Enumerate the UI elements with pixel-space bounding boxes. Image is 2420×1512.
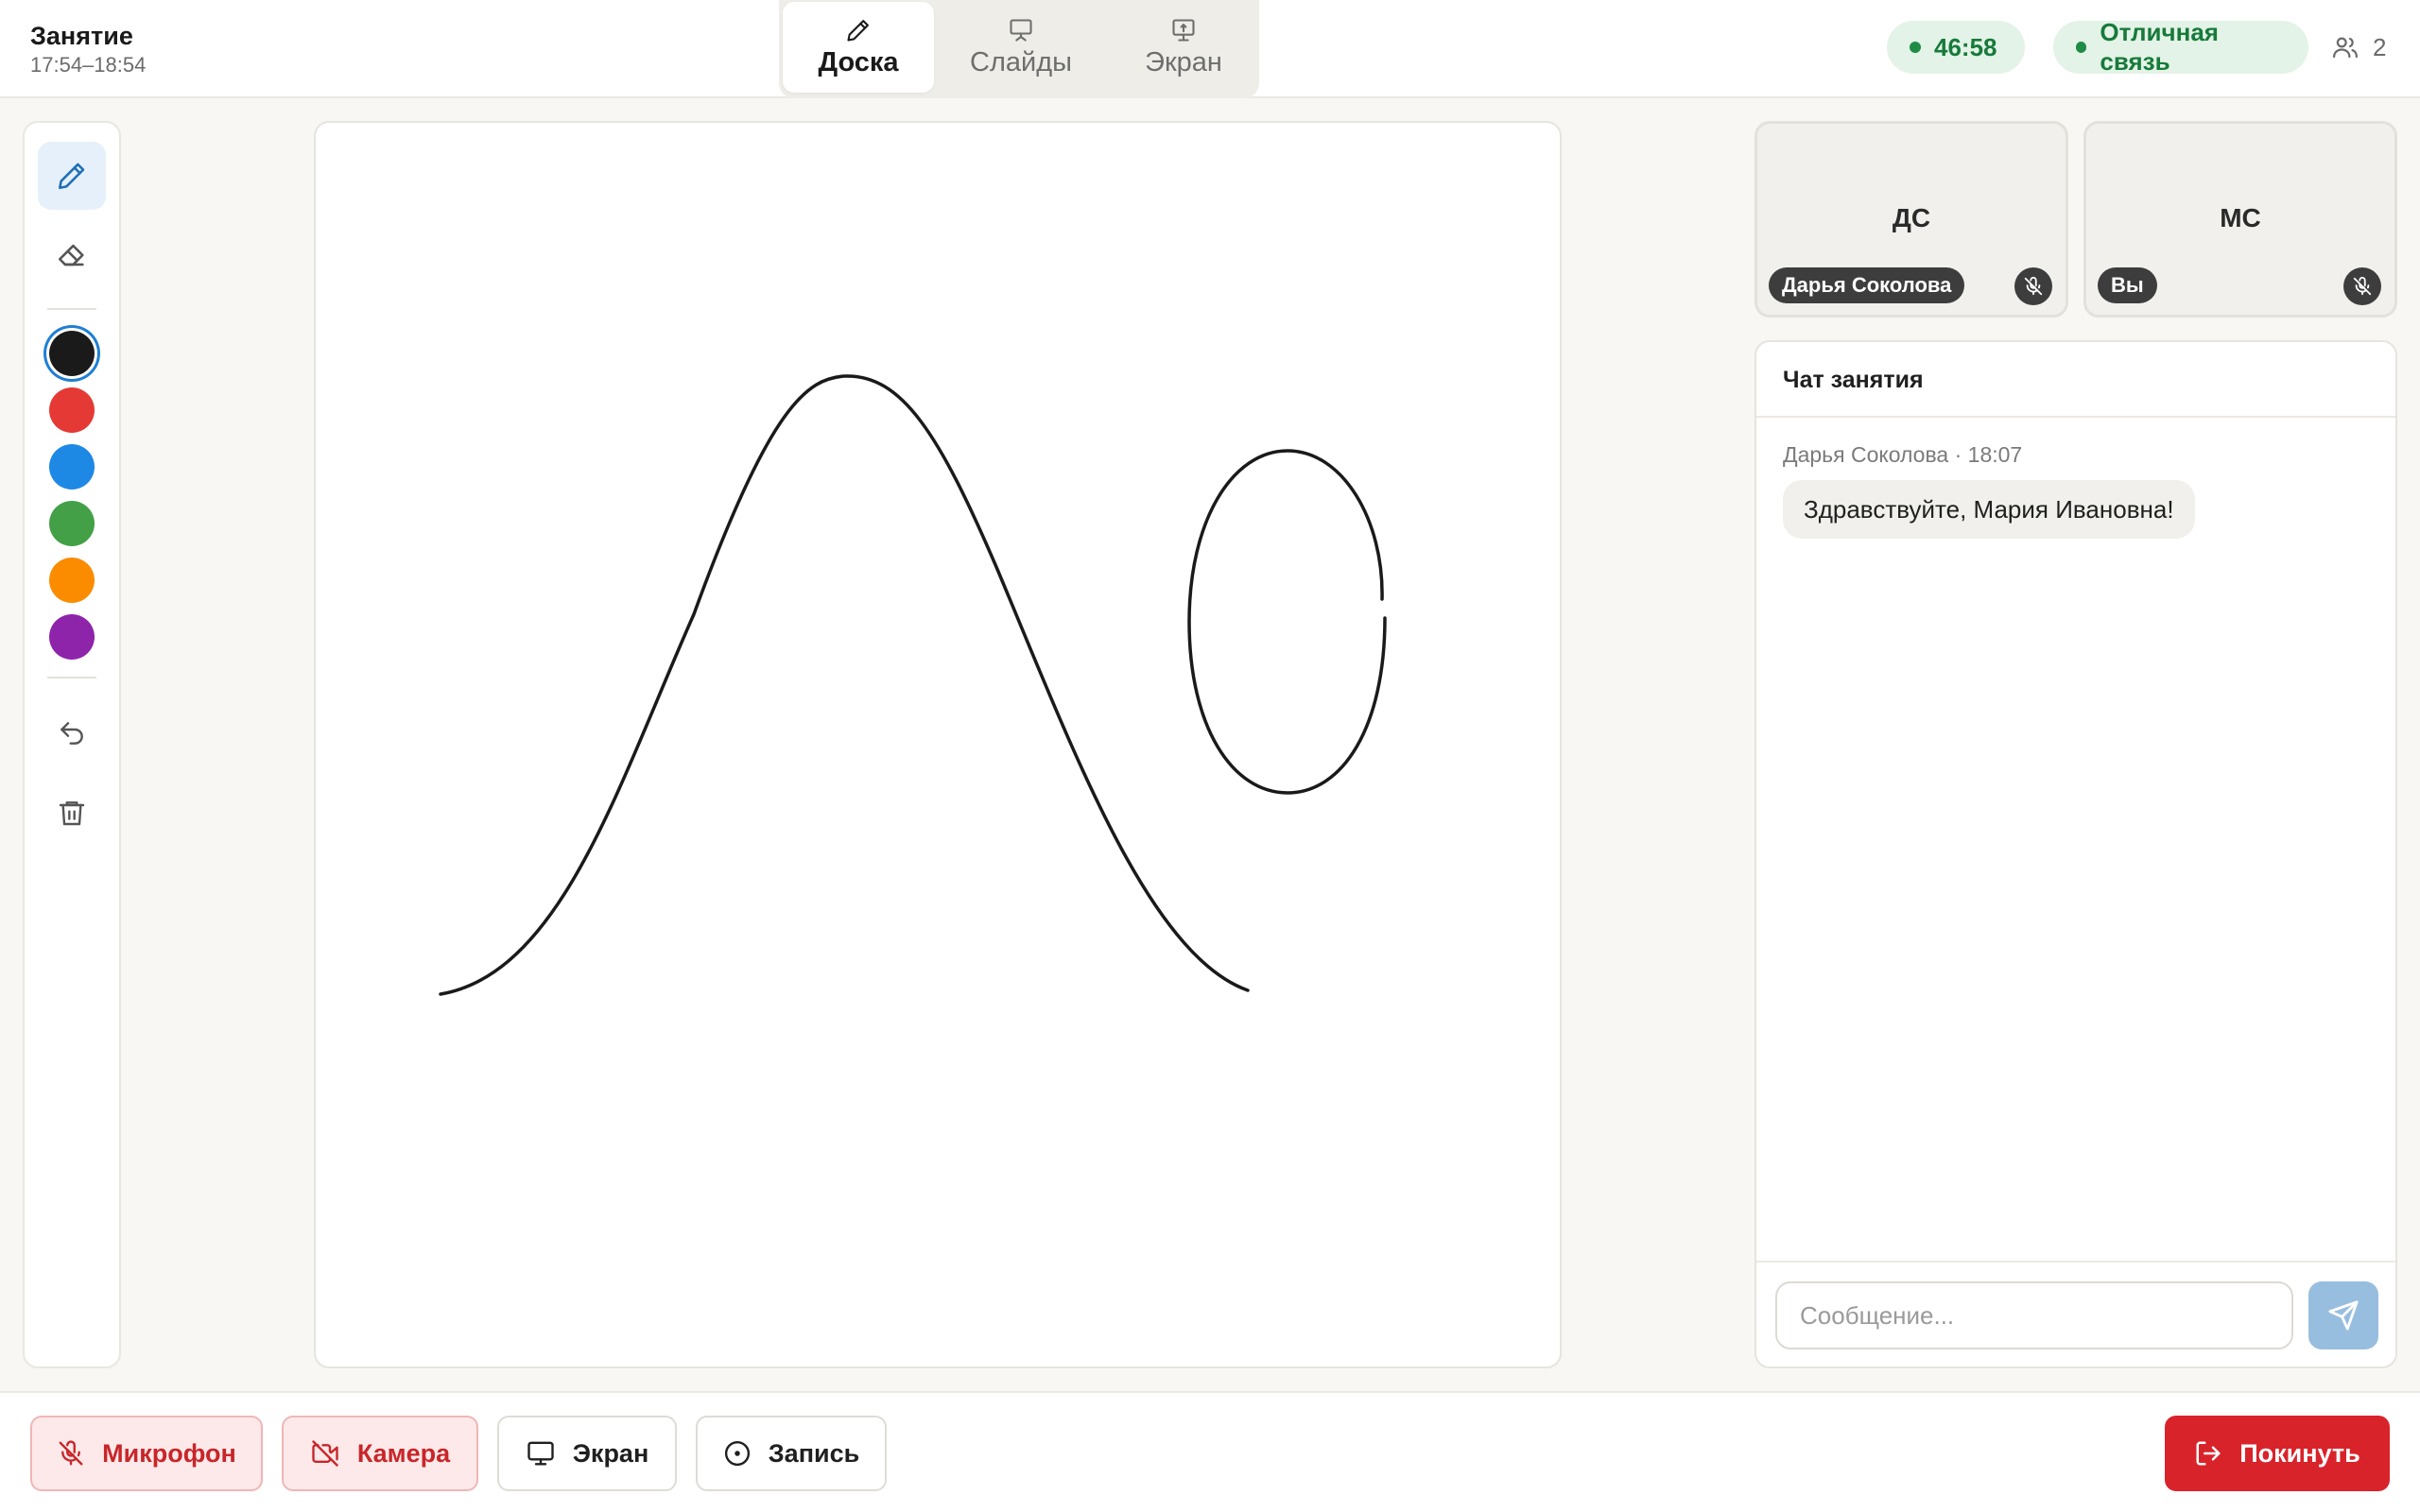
mic-off-icon [2353, 276, 2372, 296]
bell-curve-stroke [439, 374, 1250, 996]
tab-board[interactable]: Доска [783, 2, 934, 93]
send-message-button[interactable] [2308, 1281, 2378, 1349]
clear-board-button[interactable] [38, 779, 106, 847]
tab-screen-label: Экран [1145, 46, 1222, 77]
top-header: Занятие 17:54–18:54 Доска Слайды Экран 4… [0, 0, 2420, 98]
participant-name-tag: Дарья Соколова [1769, 267, 1965, 303]
participants-button[interactable]: 2 [2331, 28, 2386, 66]
connection-status-label: Отличная связь [2100, 18, 2219, 76]
color-swatch-red[interactable] [49, 387, 95, 433]
camera-toggle-button[interactable]: Камера [282, 1416, 478, 1491]
eraser-icon [58, 244, 84, 266]
participant-name-tag: Вы [2098, 267, 2157, 303]
avatar-initials: ДС [1892, 203, 1931, 232]
microphone-toggle-button[interactable]: Микрофон [30, 1416, 263, 1491]
screen-share-button[interactable]: Экран [497, 1416, 677, 1491]
video-tile-remote[interactable]: ДС Дарья Соколова [1754, 121, 2068, 318]
camera-label: Камера [356, 1438, 451, 1468]
chat-composer [1756, 1261, 2395, 1366]
color-swatch-purple[interactable] [49, 614, 95, 660]
pencil-icon [847, 19, 869, 42]
tab-board-label: Доска [818, 46, 899, 77]
whiteboard-drawing [439, 374, 1387, 996]
screen-share-icon [527, 1441, 554, 1466]
chat-panel: Чат занятия Дарья Соколова · 18:07 Здрав… [1754, 340, 2397, 1368]
record-icon [724, 1440, 750, 1467]
connection-status-dot [2076, 42, 2087, 53]
message-bubble: Здравствуйте, Мария Ивановна! [1783, 480, 2195, 539]
toolbar-divider [47, 677, 96, 679]
screen-share-label: Экран [572, 1438, 649, 1468]
toolbar-divider [47, 308, 96, 310]
eraser-tool-button[interactable] [38, 221, 106, 289]
color-swatch-black[interactable] [49, 331, 95, 376]
microphone-label: Микрофон [102, 1438, 236, 1468]
logout-icon [2196, 1441, 2221, 1466]
pencil-tool-button[interactable] [38, 142, 106, 210]
send-icon [2328, 1300, 2359, 1331]
video-tile-self[interactable]: МС Вы [2083, 121, 2397, 318]
leave-label: Покинуть [2239, 1438, 2360, 1468]
camera-off-icon [312, 1440, 338, 1467]
tab-slides-label: Слайды [970, 46, 1072, 77]
mic-off-icon [59, 1440, 83, 1466]
tab-slides[interactable]: Слайды [938, 2, 1104, 93]
page-title: Занятие [30, 22, 133, 50]
color-swatch-green[interactable] [49, 501, 95, 546]
timer-value: 46:58 [1934, 32, 1997, 61]
connection-status-badge: Отличная связь [2053, 18, 2308, 76]
ellipse-stroke [1187, 449, 1387, 795]
leave-call-button[interactable]: Покинуть [2165, 1416, 2390, 1491]
pencil-icon [58, 163, 85, 190]
record-label: Запись [768, 1438, 860, 1468]
chat-title: Чат занятия [1756, 342, 2395, 418]
color-swatch-orange[interactable] [49, 558, 95, 603]
chat-message-input[interactable] [1775, 1281, 2293, 1349]
message-meta: Дарья Соколова · 18:07 [1783, 442, 2023, 467]
users-icon [2333, 37, 2358, 59]
muted-badge [2343, 267, 2381, 305]
lesson-time-range: 17:54–18:54 [30, 53, 147, 77]
presentation-icon [1010, 18, 1032, 42]
lesson-info: Занятие 17:54–18:54 [30, 21, 146, 77]
undo-button[interactable] [38, 699, 106, 767]
call-controls-bar: Микрофон Камера Экран Запись Покинуть [0, 1391, 2420, 1512]
undo-icon [60, 722, 83, 745]
color-swatch-blue[interactable] [49, 444, 95, 490]
mic-off-icon [2024, 276, 2043, 296]
muted-badge [2014, 267, 2052, 305]
view-tabs: Доска Слайды Экран [779, 0, 1259, 98]
session-timer: 46:58 [1887, 21, 2025, 74]
whiteboard-canvas[interactable] [314, 121, 1562, 1368]
tab-screen[interactable]: Экран [1108, 2, 1259, 93]
avatar-initials: МС [2220, 203, 2261, 232]
drawing-toolbar [23, 121, 121, 1368]
timer-status-dot [1910, 42, 1921, 53]
participants-count: 2 [2373, 32, 2387, 61]
trash-icon [59, 801, 85, 826]
record-button[interactable]: Запись [696, 1416, 887, 1491]
screen-share-icon [1172, 18, 1195, 42]
